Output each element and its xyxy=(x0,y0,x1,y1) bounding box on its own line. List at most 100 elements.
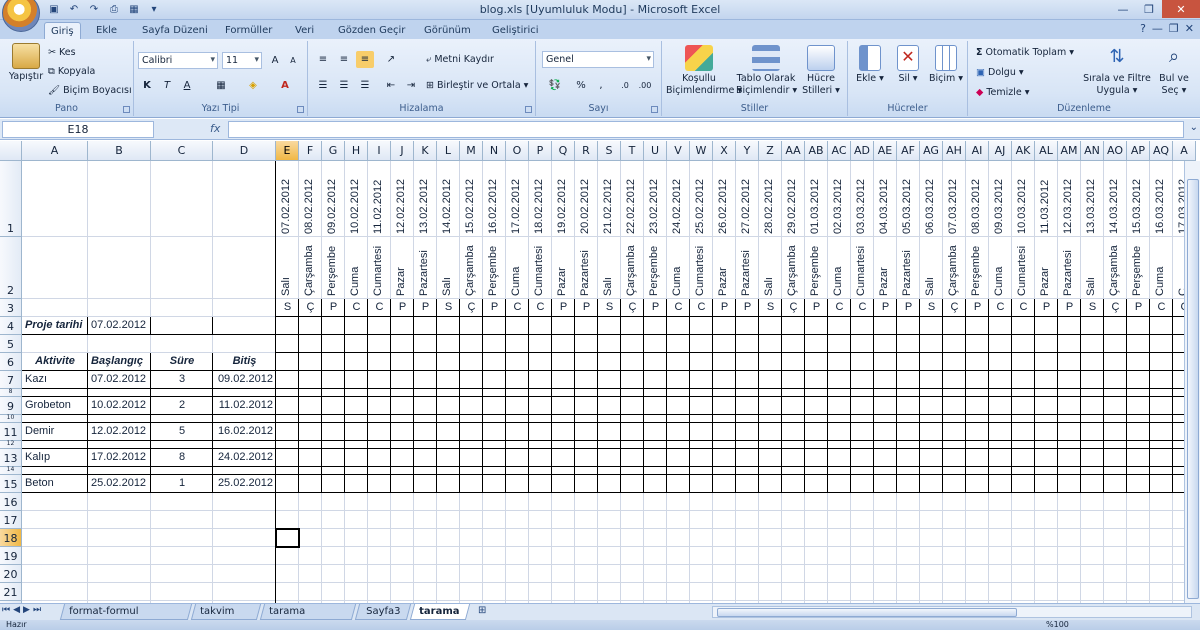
cell[interactable] xyxy=(759,317,782,335)
cell[interactable] xyxy=(759,353,782,371)
cell[interactable] xyxy=(598,353,621,371)
cell[interactable] xyxy=(368,415,391,423)
cell[interactable] xyxy=(88,441,151,449)
cell[interactable] xyxy=(88,511,151,529)
cell[interactable] xyxy=(805,397,828,415)
cell[interactable] xyxy=(989,449,1012,467)
cell[interactable] xyxy=(391,529,414,547)
cell[interactable] xyxy=(1012,335,1035,353)
cell[interactable] xyxy=(437,441,460,449)
cell[interactable] xyxy=(897,529,920,547)
cell[interactable] xyxy=(437,449,460,467)
cell[interactable] xyxy=(989,583,1012,601)
cell[interactable] xyxy=(391,511,414,529)
cell[interactable] xyxy=(805,529,828,547)
cell[interactable] xyxy=(299,511,322,529)
cell[interactable] xyxy=(368,335,391,353)
cell[interactable] xyxy=(782,371,805,389)
cell[interactable] xyxy=(966,449,989,467)
clear-button[interactable]: ◆ Temizle ▾ xyxy=(976,87,1030,99)
cell[interactable] xyxy=(920,511,943,529)
cell[interactable] xyxy=(897,441,920,449)
cell[interactable] xyxy=(213,565,276,583)
cell[interactable] xyxy=(897,423,920,441)
align-bottom-icon[interactable]: ≡ xyxy=(356,51,374,68)
cell[interactable] xyxy=(151,415,213,423)
expand-formula-icon[interactable]: ⌄ xyxy=(1190,122,1198,133)
cell[interactable] xyxy=(690,317,713,335)
cell[interactable] xyxy=(575,397,598,415)
column-header[interactable]: O xyxy=(506,141,529,161)
cell[interactable] xyxy=(1035,441,1058,449)
cell[interactable] xyxy=(1035,529,1058,547)
cell[interactable] xyxy=(1150,415,1173,423)
cell[interactable] xyxy=(299,467,322,475)
cell[interactable] xyxy=(920,529,943,547)
cell[interactable] xyxy=(483,317,506,335)
cell[interactable] xyxy=(213,441,276,449)
cell[interactable] xyxy=(22,565,88,583)
cell[interactable] xyxy=(598,547,621,565)
cell[interactable] xyxy=(805,511,828,529)
cell[interactable] xyxy=(276,449,299,467)
cell[interactable] xyxy=(1035,335,1058,353)
cell[interactable] xyxy=(506,317,529,335)
cell[interactable] xyxy=(828,547,851,565)
cell[interactable] xyxy=(1081,317,1104,335)
cell[interactable] xyxy=(943,475,966,493)
cell[interactable] xyxy=(667,565,690,583)
cell[interactable] xyxy=(575,415,598,423)
cell[interactable] xyxy=(1081,565,1104,583)
cell[interactable] xyxy=(897,467,920,475)
cell[interactable] xyxy=(759,547,782,565)
cell[interactable] xyxy=(414,317,437,335)
cell[interactable] xyxy=(874,335,897,353)
cell[interactable] xyxy=(1012,449,1035,467)
column-header[interactable]: AN xyxy=(1081,141,1104,161)
cell[interactable] xyxy=(437,335,460,353)
cell[interactable] xyxy=(22,415,88,423)
cell[interactable] xyxy=(989,493,1012,511)
cell[interactable] xyxy=(322,475,345,493)
cell[interactable] xyxy=(391,475,414,493)
cell[interactable] xyxy=(1104,511,1127,529)
cell[interactable] xyxy=(437,423,460,441)
cell[interactable] xyxy=(414,415,437,423)
cell[interactable] xyxy=(828,449,851,467)
cell[interactable] xyxy=(368,475,391,493)
cell[interactable] xyxy=(966,317,989,335)
cell[interactable] xyxy=(1127,475,1150,493)
bold-icon[interactable]: K xyxy=(138,77,156,94)
column-header[interactable]: L xyxy=(437,141,460,161)
cell[interactable] xyxy=(851,449,874,467)
column-header[interactable]: AG xyxy=(920,141,943,161)
cell[interactable] xyxy=(483,353,506,371)
cell[interactable] xyxy=(874,441,897,449)
cell[interactable] xyxy=(345,335,368,353)
cell[interactable] xyxy=(391,317,414,335)
cell[interactable] xyxy=(345,529,368,547)
cell[interactable] xyxy=(1035,449,1058,467)
cell[interactable] xyxy=(943,335,966,353)
cell[interactable] xyxy=(1104,529,1127,547)
cell[interactable] xyxy=(414,441,437,449)
cell[interactable] xyxy=(598,397,621,415)
cell[interactable] xyxy=(874,423,897,441)
cell[interactable] xyxy=(667,389,690,397)
formula-input[interactable] xyxy=(228,121,1184,138)
cell[interactable] xyxy=(368,397,391,415)
cell[interactable] xyxy=(414,389,437,397)
cell[interactable] xyxy=(736,397,759,415)
cell[interactable] xyxy=(598,423,621,441)
cell[interactable] xyxy=(621,529,644,547)
cell[interactable] xyxy=(805,317,828,335)
column-header[interactable]: Q xyxy=(552,141,575,161)
cell[interactable] xyxy=(22,299,88,317)
cell[interactable] xyxy=(414,583,437,601)
format-table-button[interactable]: Tablo Olarak Biçimlendir ▾ xyxy=(736,45,797,97)
cell[interactable] xyxy=(151,493,213,511)
cell[interactable] xyxy=(851,475,874,493)
column-header[interactable]: AD xyxy=(851,141,874,161)
cell[interactable] xyxy=(667,467,690,475)
cell[interactable] xyxy=(598,441,621,449)
